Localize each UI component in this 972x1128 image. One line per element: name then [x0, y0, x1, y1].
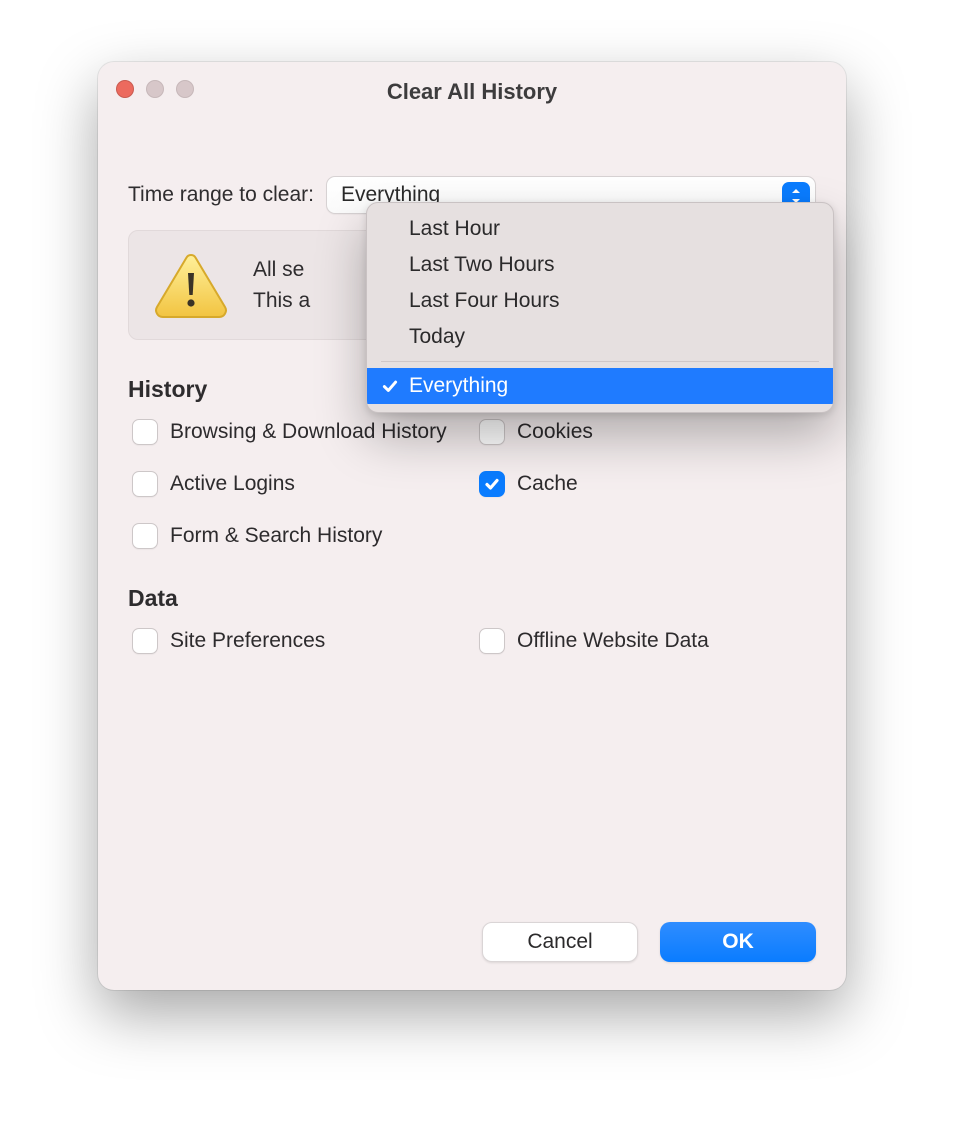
minimize-window-button	[146, 80, 164, 98]
checkbox-label: Site Preferences	[170, 629, 325, 653]
checkbox-box	[132, 471, 158, 497]
checkbox-label: Cache	[517, 472, 578, 496]
check-icon	[381, 377, 399, 395]
checkbox-label: Form & Search History	[170, 524, 382, 548]
option-label: Last Four Hours	[409, 289, 560, 313]
option-label: Today	[409, 325, 465, 349]
checkbox-box	[132, 628, 158, 654]
ok-button[interactable]: OK	[660, 922, 816, 962]
checkbox-label: Active Logins	[170, 472, 295, 496]
data-heading: Data	[128, 585, 816, 612]
checkbox-box	[479, 471, 505, 497]
cancel-button[interactable]: Cancel	[482, 922, 638, 962]
dialog-title: Clear All History	[387, 79, 557, 105]
close-window-button[interactable]	[116, 80, 134, 98]
checkbox-active-logins[interactable]: Active Logins	[132, 471, 469, 497]
option-label: Last Hour	[409, 217, 500, 241]
zoom-window-button	[176, 80, 194, 98]
time-range-option-everything[interactable]: Everything	[367, 368, 833, 404]
checkbox-cache[interactable]: Cache	[479, 471, 816, 497]
dialog-clear-history: Clear All History Time range to clear: E…	[98, 62, 846, 990]
menu-separator	[381, 361, 819, 362]
checkbox-form-search-history[interactable]: Form & Search History	[132, 523, 469, 549]
warning-line-2: This a	[253, 285, 310, 317]
checkbox-label: Offline Website Data	[517, 629, 709, 653]
checkbox-browsing-download-history[interactable]: Browsing & Download History	[132, 419, 469, 445]
time-range-option-today[interactable]: Today	[367, 319, 833, 355]
option-label: Last Two Hours	[409, 253, 555, 277]
warning-icon	[153, 251, 229, 319]
time-range-option-last-two-hours[interactable]: Last Two Hours	[367, 247, 833, 283]
time-range-label: Time range to clear:	[128, 183, 314, 207]
time-range-popover: Last Hour Last Two Hours Last Four Hours…	[366, 202, 834, 413]
checkbox-site-preferences[interactable]: Site Preferences	[132, 628, 469, 654]
warning-line-1: All se	[253, 254, 310, 286]
checkbox-box	[132, 419, 158, 445]
checkbox-cookies[interactable]: Cookies	[479, 419, 816, 445]
checkbox-box	[479, 419, 505, 445]
checkbox-offline-website-data[interactable]: Offline Website Data	[479, 628, 816, 654]
data-section: Data Site Preferences Offline Website Da…	[128, 585, 816, 654]
titlebar: Clear All History	[98, 62, 846, 118]
option-label: Everything	[409, 374, 508, 398]
time-range-option-last-hour[interactable]: Last Hour	[367, 211, 833, 247]
checkbox-box	[132, 523, 158, 549]
checkbox-label: Cookies	[517, 420, 593, 444]
checkbox-label: Browsing & Download History	[170, 420, 447, 444]
dialog-footer: Cancel OK	[482, 922, 816, 962]
time-range-option-last-four-hours[interactable]: Last Four Hours	[367, 283, 833, 319]
warning-text: All se This a	[253, 254, 310, 317]
checkbox-box	[479, 628, 505, 654]
window-controls	[116, 80, 194, 98]
